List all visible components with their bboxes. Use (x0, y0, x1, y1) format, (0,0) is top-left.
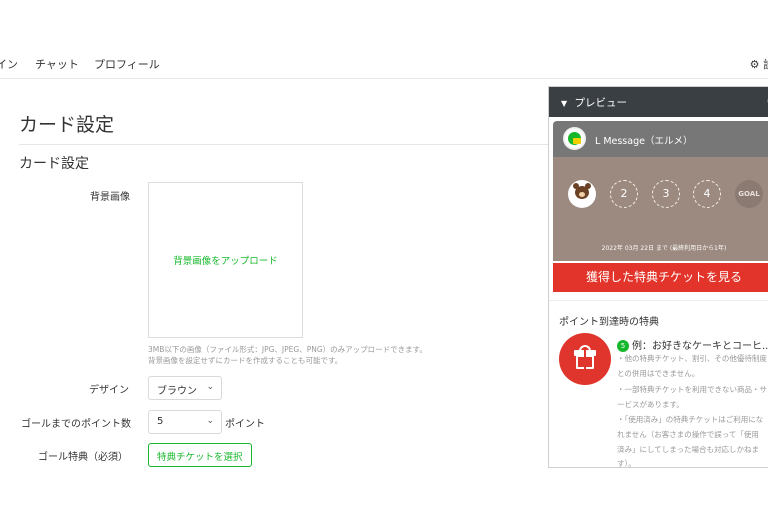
stamp-4: 4 (693, 180, 721, 208)
benefit-note-line: との併用はできません。 (617, 369, 700, 378)
design-select[interactable]: ブラウン ⌄ (148, 376, 222, 400)
benefit-note-line: ・「使用済み」の特典チケットはご利用にな (617, 415, 764, 424)
section-title: カード設定 (19, 156, 89, 172)
card-expiry-date: 2022年 03月 22日 まで (最終利用日から1年) (601, 245, 727, 252)
account-avatar (563, 127, 586, 150)
benefit-number-badge: 5 (617, 340, 629, 352)
stamp-goal: GOAL (735, 180, 763, 208)
top-navigation: イン チャット プロフィール ⚙ 設 (0, 49, 768, 79)
chat-header: L Message（エルメ） (553, 121, 768, 157)
account-name: L Message（エルメ） (595, 136, 693, 147)
divider (549, 300, 768, 301)
caret-down-icon: ▼ (561, 99, 568, 108)
upload-hint-1: 3MB以下の画像（ファイル形式：JPG、JPEG、PNG）のみアップロードできま… (148, 345, 427, 354)
stamp-3: 3 (652, 180, 680, 208)
background-upload-area[interactable]: 背景画像をアップロード (148, 182, 303, 338)
benefits-title: ポイント到達時の特典 (559, 317, 659, 328)
points-select-value: 5 (157, 416, 164, 427)
settings-label: 設 (763, 58, 768, 71)
benefit-title: 例：お好きなケーキとコーヒ... (632, 341, 768, 352)
benefit-note-line: ・他の特典チケット、割引、その他優待制度 (617, 354, 767, 363)
title-divider (19, 144, 549, 145)
point-card: 2 3 4 GOAL 2022年 03月 22日 まで (最終利用日から1年) (553, 157, 768, 261)
goal-reward-label: ゴール特典（必須） (38, 452, 128, 463)
preview-title: プレビュー (574, 97, 628, 109)
points-label: ゴールまでのポイント数 (21, 419, 131, 430)
points-unit: ポイント (225, 419, 265, 430)
upload-background-link[interactable]: 背景画像をアップロード (173, 253, 278, 267)
settings-link[interactable]: ⚙ 設 (750, 56, 768, 72)
preview-header[interactable]: ▼ プレビュー ( (549, 87, 768, 117)
benefit-note-line: 済み」にしてしまった場合も対応しかねま (617, 445, 759, 454)
view-reward-tickets-button[interactable]: 獲得した特典チケットを見る (553, 263, 768, 292)
gift-icon (559, 333, 611, 385)
chevron-down-icon: ⌄ (206, 416, 214, 426)
benefit-heading: 5 例：お好きなケーキとコーヒ... (617, 337, 768, 352)
stamp-1-brown-bear (568, 180, 596, 208)
benefit-note-line: れません（お客さまの操作で誤って「使用 (617, 430, 759, 439)
preview-panel: ▼ プレビュー ( L Message（エルメ） 2 3 4 GOAL 2022… (548, 86, 768, 468)
background-image-label: 背景画像 (90, 192, 130, 203)
benefit-note-line: す）。 (617, 459, 636, 468)
gear-icon: ⚙ (749, 58, 760, 71)
nav-item-line[interactable]: イン (0, 56, 18, 72)
nav-item-profile[interactable]: プロフィール (94, 56, 160, 72)
page-title: カード設定 (19, 114, 115, 136)
stamp-2: 2 (610, 180, 638, 208)
points-select[interactable]: 5 ⌄ (148, 410, 222, 434)
select-ticket-button[interactable]: 特典チケットを選択 (148, 443, 252, 467)
design-select-value: ブラウン (157, 386, 197, 397)
design-label: デザイン (89, 385, 129, 396)
bear-icon (573, 183, 591, 199)
benefit-note-line: ・一部特典チケットを利用できない商品・サ (617, 385, 767, 394)
benefit-note-line: ービスがあります。 (617, 400, 684, 409)
chevron-down-icon: ⌄ (206, 382, 214, 392)
nav-item-chat[interactable]: チャット (35, 56, 79, 72)
upload-hint-2: 背景画像を設定せずにカードを作成することも可能です。 (148, 356, 343, 365)
